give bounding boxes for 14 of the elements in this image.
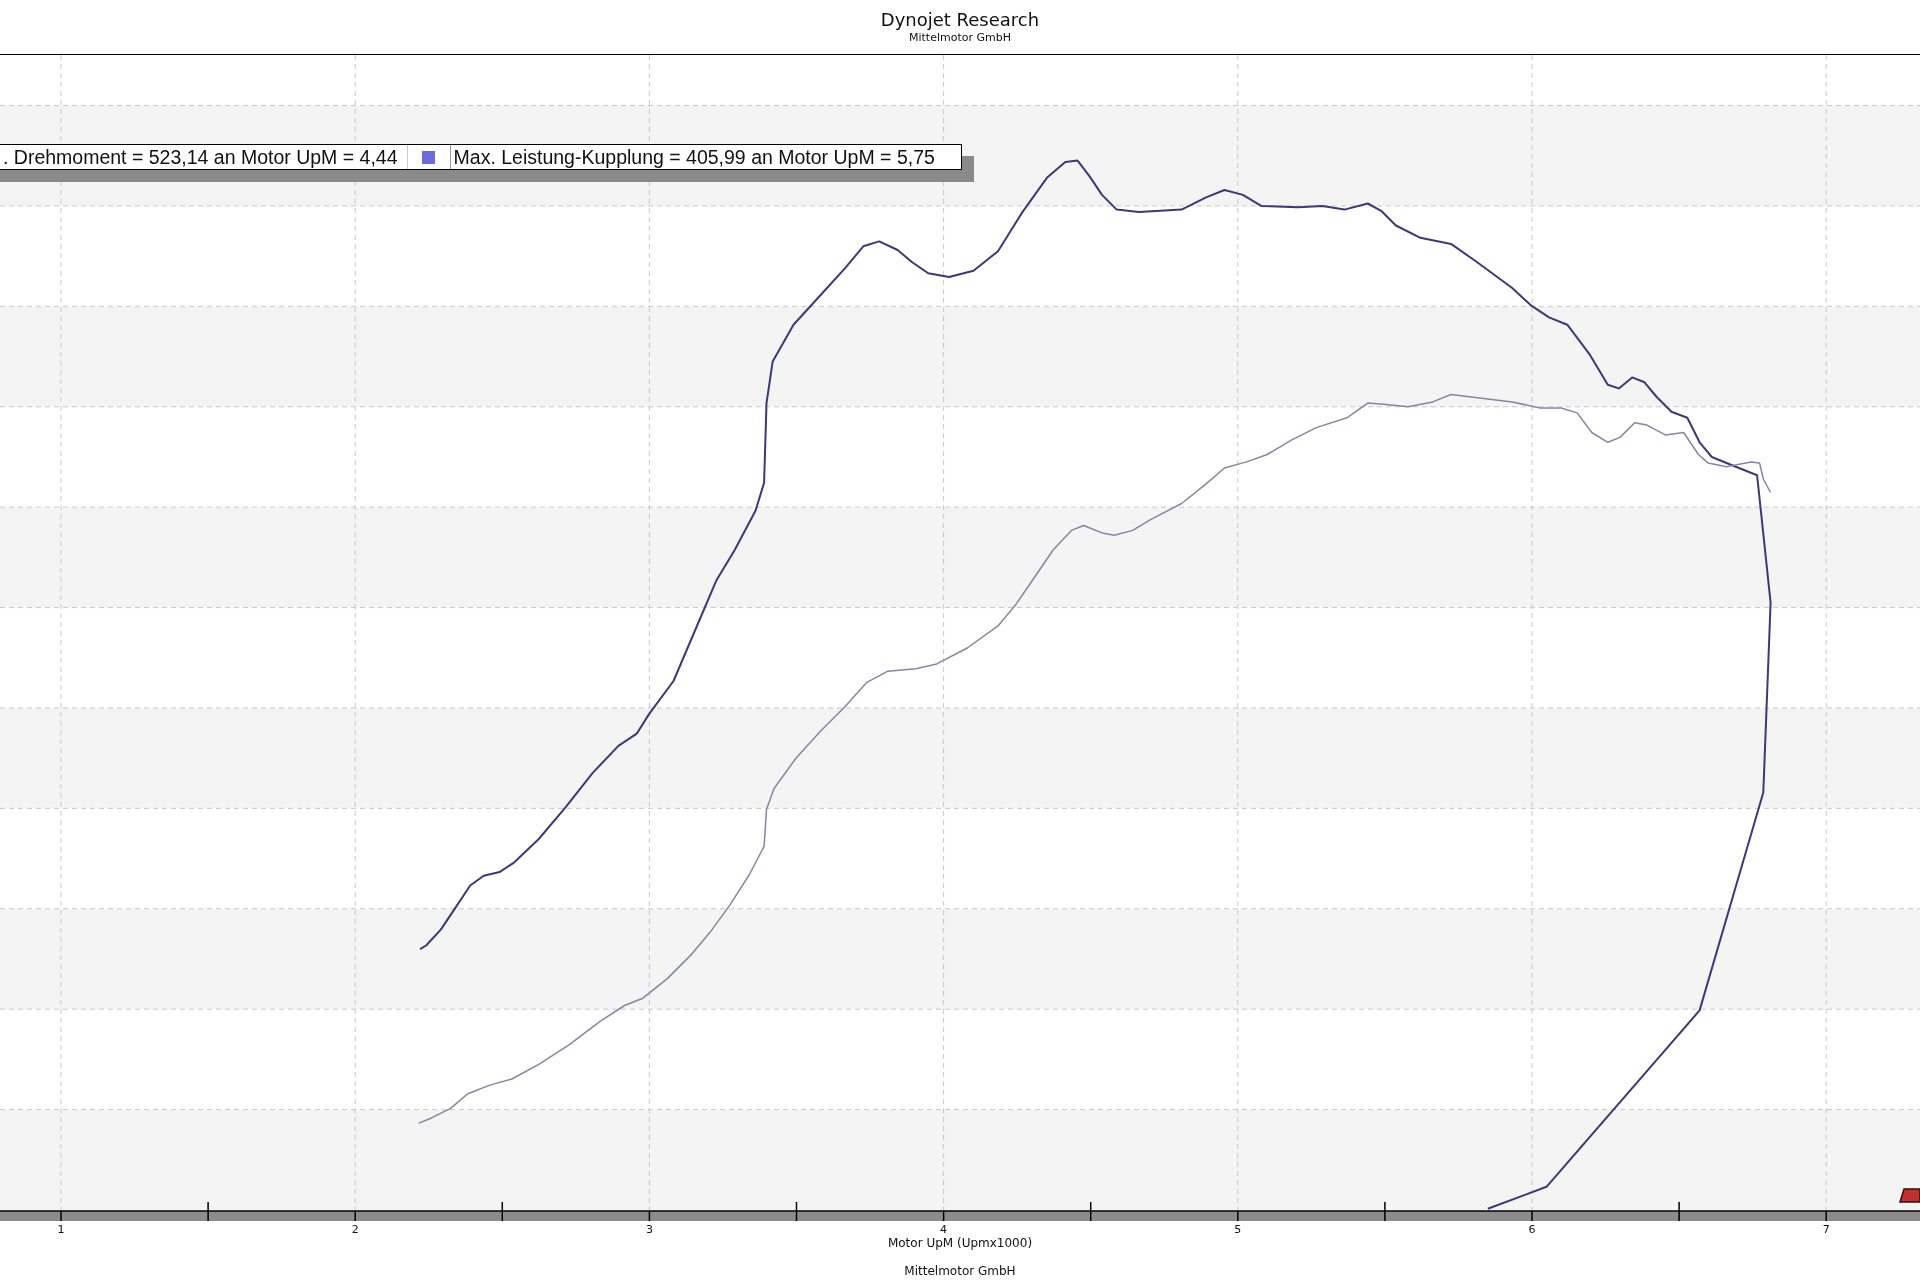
tick-label: 3 [645, 1223, 653, 1235]
tick-label: 5 [1234, 1223, 1242, 1235]
tick-label: 2 [351, 1223, 359, 1235]
axis-label: Motor UpM (Upmx1000) [886, 1235, 1034, 1251]
chart-subtitle: Mittelmotor GmbH [909, 31, 1011, 45]
logo-icon [1899, 1188, 1920, 1203]
tick-label: 6 [1528, 1223, 1536, 1235]
tick-label: 4 [940, 1223, 948, 1235]
chart-title: Dynojet Research [880, 9, 1040, 31]
legend-text: Max. Leistung-Kupplung = 405,99 an Motor UpM = 5,75 [452, 145, 936, 169]
tick-label: 7 [1822, 1223, 1830, 1235]
legend-text: . Drehmoment = 523,14 an Motor UpM = 4,44 [2, 145, 399, 169]
tick-label: 1 [57, 1223, 65, 1235]
footer-text: Mittelmotor GmbH [903, 1263, 1017, 1279]
